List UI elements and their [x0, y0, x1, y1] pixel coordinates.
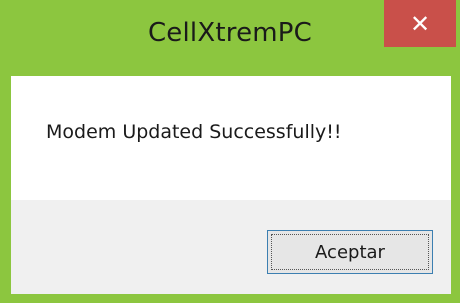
- close-icon: ✕: [409, 9, 431, 38]
- button-bar: Aceptar: [11, 200, 451, 294]
- dialog-body: Modem Updated Successfully!! Aceptar: [11, 76, 451, 294]
- close-button[interactable]: ✕: [384, 0, 456, 47]
- message-text: Modem Updated Successfully!!: [46, 121, 342, 143]
- focus-ring: [271, 234, 429, 270]
- ok-button[interactable]: Aceptar: [267, 230, 433, 274]
- dialog-window: CellXtremPC ✕ Modem Updated Successfully…: [0, 0, 460, 303]
- title-bar[interactable]: CellXtremPC ✕: [0, 0, 460, 76]
